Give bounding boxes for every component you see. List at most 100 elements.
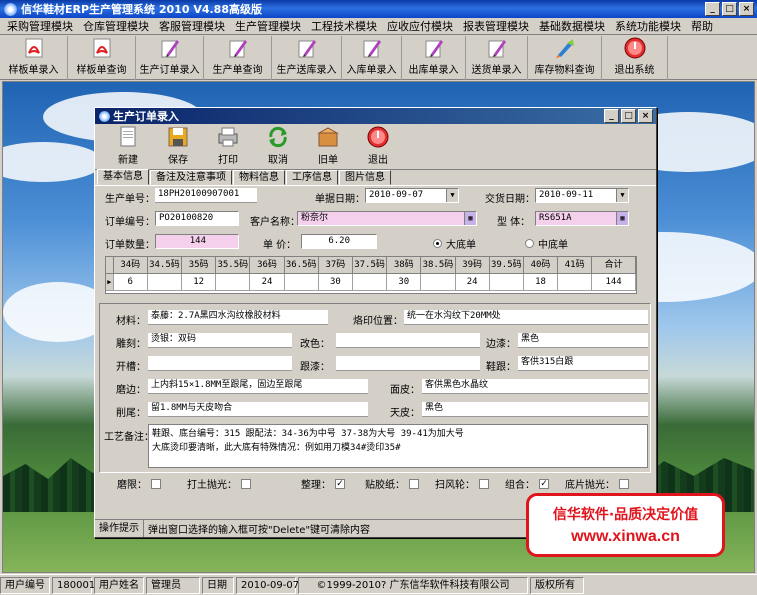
grid-cell[interactable]: 30 bbox=[387, 274, 422, 291]
tab-remarks[interactable]: 备注及注意事项 bbox=[150, 170, 232, 185]
process-checkbox[interactable]: 扫风轮： bbox=[435, 476, 489, 491]
print-button[interactable]: 打印 bbox=[203, 124, 253, 169]
grid-header-cell[interactable]: 35码 bbox=[182, 257, 217, 274]
carve-field[interactable]: 烫银：双码 bbox=[148, 333, 292, 348]
grid-header-cell[interactable]: 36.5码 bbox=[284, 257, 319, 274]
close-button[interactable]: × bbox=[739, 2, 754, 16]
grid-header-cell[interactable]: 39码 bbox=[455, 257, 490, 274]
size-grid[interactable]: 34码 34.5码 35码 35.5码 36码 36.5码 37码 37.5码 38码 38.5码… bbox=[105, 256, 637, 294]
qty-field[interactable]: 144 bbox=[155, 234, 239, 249]
stock-in-entry-button[interactable]: 入库单录入 bbox=[342, 36, 402, 80]
save-button[interactable]: 保存 bbox=[153, 124, 203, 169]
grid-cell[interactable] bbox=[421, 274, 456, 291]
grid-header-cell[interactable]: 38码 bbox=[387, 257, 422, 274]
material-field[interactable]: 泰藤：2.7A黑四水沟纹橡胶材料 bbox=[148, 310, 328, 325]
grid-header-cell[interactable]: 34.5码 bbox=[147, 257, 183, 274]
lookup-icon[interactable]: ▦ bbox=[464, 212, 476, 225]
table-row[interactable]: ▶ 6 12 24 30 30 24 18 144 bbox=[106, 274, 636, 291]
production-order-entry-button[interactable]: 生产订单录入 bbox=[136, 36, 204, 80]
grid-header-cell[interactable]: 41码 bbox=[558, 257, 593, 274]
delivery-date-field[interactable]: 2010-09-11 ▼ bbox=[535, 188, 629, 203]
minimize-button[interactable]: _ bbox=[705, 2, 720, 16]
maximize-button[interactable]: □ bbox=[722, 2, 737, 16]
tab-images[interactable]: 图片信息 bbox=[339, 170, 391, 185]
production-stock-entry-button[interactable]: 生产送库录入 bbox=[272, 36, 342, 80]
surface-field[interactable]: 客供黑色水晶纹 bbox=[422, 379, 648, 394]
inventory-query-button[interactable]: 库存物料查询 bbox=[528, 36, 602, 80]
tab-basic-info[interactable]: 基本信息 bbox=[97, 169, 149, 185]
stock-out-entry-button[interactable]: 出库单录入 bbox=[402, 36, 466, 80]
dialog-maximize-button[interactable]: □ bbox=[621, 109, 636, 123]
grid-header-cell[interactable]: 36码 bbox=[250, 257, 285, 274]
production-order-query-button[interactable]: 生产单查询 bbox=[204, 36, 272, 80]
process-checkbox[interactable]: 组合： ✓ bbox=[505, 476, 549, 491]
grid-cell[interactable] bbox=[147, 274, 183, 291]
grid-cell[interactable]: 12 bbox=[182, 274, 217, 291]
old-order-button[interactable]: 旧单 bbox=[303, 124, 353, 169]
menu-item[interactable]: 仓库管理模块 bbox=[78, 18, 154, 34]
grid-cell[interactable]: 30 bbox=[318, 274, 353, 291]
dialog-exit-button[interactable]: 退出 bbox=[353, 124, 403, 169]
sample-query-button[interactable]: 样板单查询 bbox=[68, 36, 136, 80]
edge-field[interactable]: 黑色 bbox=[518, 333, 648, 348]
print-field[interactable]: 统一在水沟纹下20MM处 bbox=[404, 310, 648, 325]
menu-item[interactable]: 帮助 bbox=[686, 18, 718, 34]
grid-cell[interactable]: 24 bbox=[250, 274, 285, 291]
radio-big-sole[interactable]: 大底单 bbox=[433, 236, 476, 251]
remarks-textarea[interactable]: 鞋跟、底台编号：315 跟配法：34-36为中号 37-38为大号 39-41为… bbox=[148, 424, 648, 468]
tab-materials[interactable]: 物料信息 bbox=[233, 170, 285, 185]
grid-header-cell[interactable]: 35.5码 bbox=[216, 257, 251, 274]
heel-field[interactable]: 客供315白跟 bbox=[518, 356, 648, 371]
menu-item[interactable]: 基础数据模块 bbox=[534, 18, 610, 34]
grid-header-cell[interactable]: 37码 bbox=[318, 257, 353, 274]
menu-item[interactable]: 生产管理模块 bbox=[230, 18, 306, 34]
grid-header-cell[interactable]: 39.5码 bbox=[489, 257, 524, 274]
menu-item[interactable]: 客服管理模块 bbox=[154, 18, 230, 34]
menu-item[interactable]: 采购管理模块 bbox=[2, 18, 78, 34]
process-checkbox[interactable]: 贴胶纸： bbox=[365, 476, 419, 491]
grid-header-cell[interactable]: 40码 bbox=[523, 257, 559, 274]
trim-field[interactable]: 留1.8MM与天皮吻合 bbox=[148, 402, 368, 417]
process-checkbox[interactable]: 底片抛光： bbox=[565, 476, 629, 491]
process-checkbox[interactable]: 整理： ✓ bbox=[301, 476, 345, 491]
lookup-icon[interactable]: ▦ bbox=[616, 212, 628, 225]
menu-item[interactable]: 报表管理模块 bbox=[458, 18, 534, 34]
grid-cell[interactable] bbox=[216, 274, 251, 291]
chevron-down-icon[interactable]: ▼ bbox=[446, 189, 458, 202]
order-date-field[interactable]: 2010-09-07 ▼ bbox=[365, 188, 459, 203]
top-field[interactable]: 黑色 bbox=[422, 402, 648, 417]
grid-cell[interactable] bbox=[352, 274, 388, 291]
heel-paint-field[interactable] bbox=[336, 356, 480, 371]
menu-item[interactable]: 系统功能模块 bbox=[610, 18, 686, 34]
radio-mid-sole[interactable]: 中底单 bbox=[525, 236, 568, 251]
grid-header-cell[interactable]: 38.5码 bbox=[421, 257, 456, 274]
grid-header-cell[interactable]: 合计 bbox=[592, 257, 636, 274]
grid-cell[interactable]: 18 bbox=[523, 274, 559, 291]
cancel-button[interactable]: 取消 bbox=[253, 124, 303, 169]
process-checkbox[interactable]: 磨限： bbox=[117, 476, 161, 491]
process-checkbox[interactable]: 打土抛光： bbox=[187, 476, 251, 491]
order-no-field[interactable]: PO20100820 bbox=[155, 211, 239, 226]
delivery-entry-button[interactable]: 送货单录入 bbox=[466, 36, 528, 80]
menu-item[interactable]: 工程技术模块 bbox=[306, 18, 382, 34]
tab-processes[interactable]: 工序信息 bbox=[286, 170, 338, 185]
grid-header-cell[interactable]: 37.5码 bbox=[352, 257, 388, 274]
prod-no-field[interactable]: 18PH20100907001 bbox=[155, 188, 257, 203]
color-field[interactable] bbox=[336, 333, 480, 348]
sample-entry-button[interactable]: 样板单录入 bbox=[0, 36, 68, 80]
grid-header-cell[interactable]: 34码 bbox=[113, 257, 148, 274]
slot-field[interactable] bbox=[148, 356, 292, 371]
grid-cell[interactable]: 6 bbox=[113, 274, 148, 291]
model-field[interactable]: RS651A ▦ bbox=[535, 211, 629, 226]
price-field[interactable]: 6.20 bbox=[301, 234, 377, 249]
grid-cell[interactable] bbox=[489, 274, 524, 291]
dialog-close-button[interactable]: × bbox=[638, 109, 653, 123]
edge-grind-field[interactable]: 上内斜15×1.8MM至跟尾，固边至跟尾 bbox=[148, 379, 368, 394]
grid-cell[interactable] bbox=[558, 274, 593, 291]
dialog-minimize-button[interactable]: _ bbox=[604, 109, 619, 123]
chevron-down-icon[interactable]: ▼ bbox=[616, 189, 628, 202]
exit-system-button[interactable]: 退出系统 bbox=[602, 36, 668, 80]
grid-cell[interactable]: 144 bbox=[592, 274, 636, 291]
grid-cell[interactable] bbox=[284, 274, 319, 291]
grid-cell[interactable]: 24 bbox=[455, 274, 490, 291]
